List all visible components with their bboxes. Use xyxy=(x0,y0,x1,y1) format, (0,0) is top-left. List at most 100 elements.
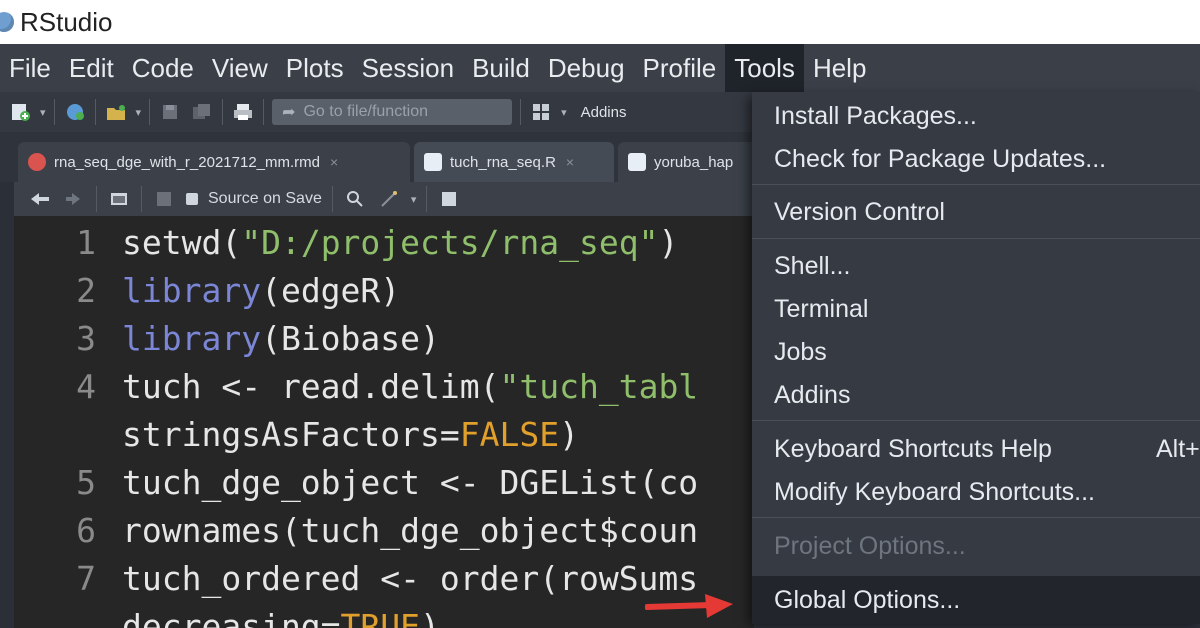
title-bar: RStudio xyxy=(0,0,1200,44)
code-line[interactable]: 3 library(Biobase) xyxy=(14,314,440,362)
new-file-dropdown-icon[interactable]: ▾ xyxy=(40,106,46,119)
code-token: TRUE xyxy=(340,606,421,628)
tab-r-file-active[interactable]: tuch_rna_seq.R × xyxy=(414,142,614,182)
code-token: stringsAsFactors= xyxy=(122,414,460,454)
save-icon[interactable] xyxy=(158,101,182,123)
line-number: 1 xyxy=(76,222,96,262)
menu-debug[interactable]: Debug xyxy=(539,44,634,92)
grid-layout-icon[interactable] xyxy=(529,101,553,123)
menu-tools[interactable]: Tools xyxy=(725,44,804,92)
menu-item-install-packages[interactable]: Install Packages... xyxy=(774,102,977,131)
compile-report-icon[interactable] xyxy=(437,188,461,210)
code-token: ) xyxy=(658,222,679,262)
menu-item-project-options: Project Options... xyxy=(774,532,966,560)
save-icon[interactable] xyxy=(152,188,176,210)
forward-arrow-icon[interactable] xyxy=(62,188,86,210)
menu-plots[interactable]: Plots xyxy=(277,44,353,92)
code-token: library xyxy=(122,318,262,358)
code-line[interactable]: stringsAsFactors=FALSE) xyxy=(14,410,579,458)
code-text: tuch_ordered <- order(rowSums xyxy=(122,559,698,598)
menu-item-keyboard-shortcuts-help[interactable]: Keyboard Shortcuts Help xyxy=(774,435,1052,464)
code-line[interactable]: 7 tuch_ordered <- order(rowSums xyxy=(14,554,698,602)
red-arrow-annotation-icon xyxy=(645,594,733,618)
code-line[interactable]: 6 rownames(tuch_dge_object$coun xyxy=(14,506,698,554)
toolbar-divider xyxy=(96,186,97,212)
tab-r-file[interactable]: yoruba_hap xyxy=(618,142,760,182)
rmd-file-icon xyxy=(28,153,46,171)
toolbar-divider xyxy=(263,99,265,125)
menu-divider xyxy=(752,517,1200,518)
menu-help[interactable]: Help xyxy=(804,44,875,92)
code-line[interactable]: 1 setwd("D:/projects/rna_seq") xyxy=(14,218,678,266)
menu-item-check-updates[interactable]: Check for Package Updates... xyxy=(774,145,1106,174)
code-token: setwd( xyxy=(122,222,242,262)
rstudio-logo-icon xyxy=(0,12,14,32)
code-tools-dropdown-icon[interactable]: ▾ xyxy=(411,193,417,206)
source-on-save-checkbox[interactable] xyxy=(186,193,198,205)
new-file-icon[interactable] xyxy=(8,101,32,123)
tab-rmd-file[interactable]: rna_seq_dge_with_r_2021712_mm.rmd × xyxy=(18,142,410,182)
menu-item-addins[interactable]: Addins xyxy=(774,381,850,410)
go-to-arrow-icon: ➦ xyxy=(282,104,296,121)
code-token: tuch_ordered <- order(rowSums xyxy=(122,558,699,598)
code-line[interactable]: 4 tuch <- read.delim("tuch_tabl xyxy=(14,362,698,410)
menu-item-global-options[interactable]: Global Options... xyxy=(774,586,960,615)
menu-code[interactable]: Code xyxy=(123,44,203,92)
menu-divider xyxy=(752,184,1200,185)
open-file-dropdown-icon[interactable]: ▾ xyxy=(136,106,142,119)
menu-view[interactable]: View xyxy=(203,44,277,92)
toolbar-divider xyxy=(426,186,428,212)
menu-edit[interactable]: Edit xyxy=(60,44,123,92)
tab-label: yoruba_hap xyxy=(654,153,734,171)
code-line[interactable]: 2 library(edgeR) xyxy=(14,266,400,314)
menu-item-version-control[interactable]: Version Control xyxy=(774,198,945,227)
code-text: rownames(tuch_dge_object$coun xyxy=(122,511,698,550)
code-token: tuch_dge_object <- DGEList(co xyxy=(122,462,699,502)
magic-wand-icon[interactable] xyxy=(377,188,401,210)
editor-toolbar: Source on Save ▾ xyxy=(14,182,760,216)
toolbar-divider xyxy=(331,186,333,212)
open-file-icon[interactable] xyxy=(104,101,128,123)
code-text: tuch <- read.delim("tuch_tabl xyxy=(122,367,698,406)
line-number: 2 xyxy=(76,270,96,310)
save-all-icon[interactable] xyxy=(190,101,214,123)
layout-dropdown-icon[interactable]: ▾ xyxy=(561,106,567,119)
go-to-file-input[interactable]: ➦ Go to file/function xyxy=(272,99,513,125)
code-token: tuch <- read.delim( xyxy=(122,366,500,406)
code-token: decreasing= xyxy=(122,606,341,628)
addins-button[interactable]: Addins xyxy=(581,104,627,121)
go-to-placeholder: Go to file/function xyxy=(303,103,428,120)
toolbar-divider xyxy=(222,99,224,125)
code-text: decreasing=TRUE) xyxy=(122,607,440,628)
code-token: ) xyxy=(420,606,440,628)
menu-item-shell[interactable]: Shell... xyxy=(774,252,850,281)
code-line[interactable]: 5 tuch_dge_object <- DGEList(co xyxy=(14,458,698,506)
r-file-icon xyxy=(628,153,646,171)
shortcut-keys: Alt+ xyxy=(1156,435,1200,463)
search-icon[interactable] xyxy=(343,188,367,210)
code-token: (Biobase) xyxy=(261,318,440,358)
code-editor[interactable]: 1 setwd("D:/projects/rna_seq") 2 library(ed… xyxy=(14,216,754,628)
close-icon[interactable]: × xyxy=(330,154,338,170)
code-token: (edgeR) xyxy=(261,270,401,310)
menu-build[interactable]: Build xyxy=(463,44,539,92)
toolbar-divider xyxy=(141,186,142,212)
code-line[interactable]: decreasing=TRUE) xyxy=(14,602,440,628)
back-arrow-icon[interactable] xyxy=(28,188,52,210)
print-icon[interactable] xyxy=(231,101,255,123)
menu-item-terminal[interactable]: Terminal xyxy=(774,295,868,324)
close-icon[interactable]: × xyxy=(566,154,574,170)
menu-profile[interactable]: Profile xyxy=(634,44,726,92)
line-number: 3 xyxy=(76,318,96,358)
menu-divider xyxy=(752,420,1200,421)
menu-item-jobs[interactable]: Jobs xyxy=(774,338,827,367)
menu-item-modify-shortcuts[interactable]: Modify Keyboard Shortcuts... xyxy=(774,478,1095,507)
show-in-window-icon[interactable] xyxy=(107,188,131,210)
line-number: 6 xyxy=(76,510,96,550)
menu-file[interactable]: File xyxy=(0,44,60,92)
code-token: ) xyxy=(559,414,579,454)
line-number: 7 xyxy=(76,558,96,598)
menu-session[interactable]: Session xyxy=(353,44,464,92)
open-project-icon[interactable] xyxy=(63,101,87,123)
code-text: stringsAsFactors=FALSE) xyxy=(122,415,579,454)
